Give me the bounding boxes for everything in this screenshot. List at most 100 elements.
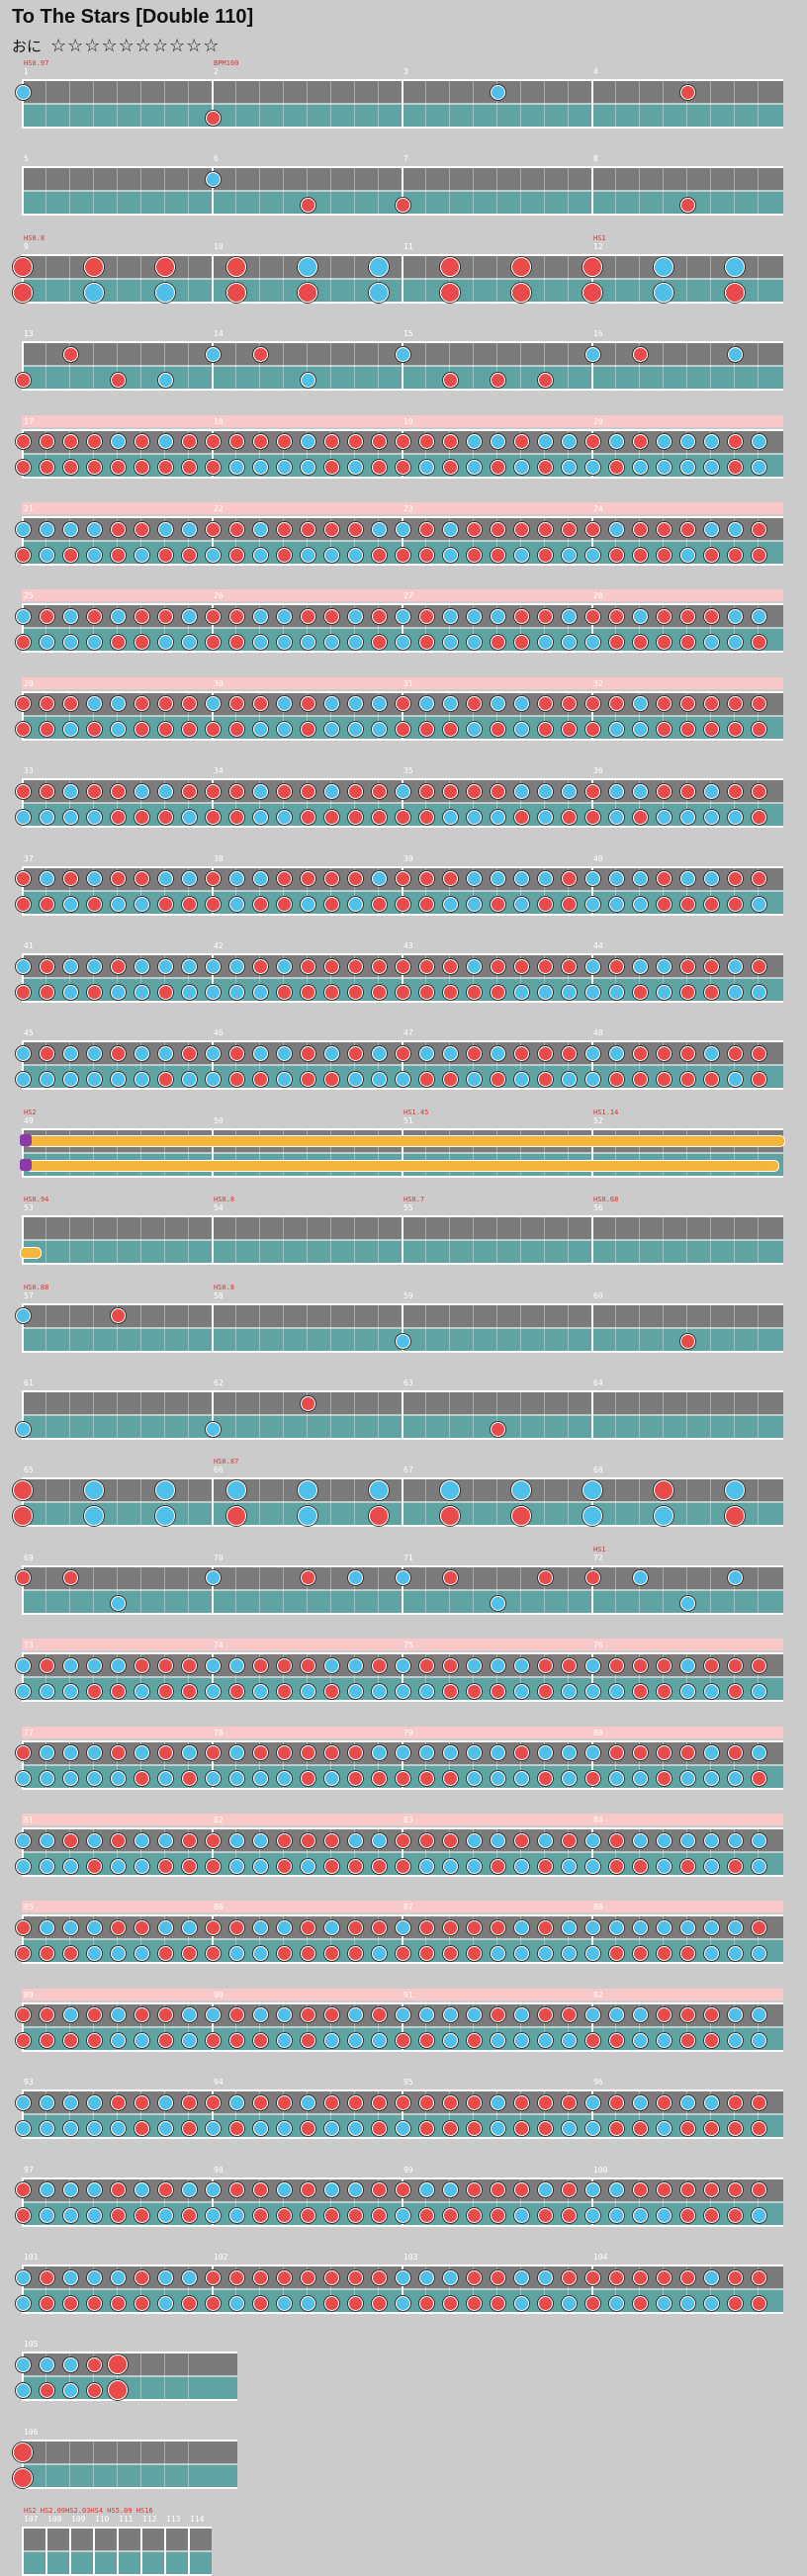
don-note: [584, 2295, 600, 2311]
ka-note: [157, 871, 173, 887]
ka-note: [632, 722, 648, 738]
beat-line: [93, 1302, 94, 1353]
don-note: [86, 2295, 102, 2311]
ka-note: [490, 1745, 505, 1761]
don-note: [62, 1832, 78, 1848]
ka-note: [157, 2295, 173, 2311]
ka-note: [181, 1071, 197, 1087]
beat-line: [45, 1215, 46, 1266]
ka-note: [110, 1858, 126, 1874]
ka-note: [276, 696, 292, 712]
beat-line: [639, 1302, 640, 1353]
ka-note: [228, 1745, 244, 1761]
don-note: [561, 809, 577, 825]
roll-start-marker: [20, 1133, 32, 1146]
ka-note: [703, 1858, 719, 1874]
ka-note: [252, 634, 268, 650]
ka-note: [39, 1071, 54, 1087]
measure-line: [402, 1477, 404, 1528]
ka-note: [181, 1745, 197, 1761]
don-note: [15, 2208, 31, 2224]
ka-note: [490, 2033, 505, 2049]
speed-marker: BPM100: [214, 59, 239, 67]
ka-note: [466, 2007, 482, 2023]
don-note: [751, 547, 766, 563]
ka-note: [228, 1832, 244, 1848]
ka-note: [466, 897, 482, 913]
beat-line: [568, 1477, 569, 1528]
don-note: [181, 434, 197, 450]
don-note: [490, 460, 505, 476]
ka-note: [86, 1771, 102, 1787]
chart-row: 107 HS2 HS2.09HS2.03HS4 HS5.09 HS16 108 109…: [22, 2507, 212, 2576]
beat-line: [117, 1390, 118, 1440]
ka-note: [110, 1596, 126, 1612]
don-note: [15, 1570, 31, 1586]
don-note: [751, 1771, 766, 1787]
beat-line: [45, 253, 46, 304]
don-note: [15, 722, 31, 738]
don-note: [155, 256, 175, 277]
don-note: [181, 1683, 197, 1699]
beat-line: [378, 341, 379, 392]
measure-number: 81: [24, 1816, 34, 1824]
don-note: [703, 2007, 719, 2023]
don-note: [276, 521, 292, 537]
don-note: [418, 2033, 434, 2049]
don-note: [727, 1683, 743, 1699]
don-note: [181, 2208, 197, 2224]
ka-note: [490, 1771, 505, 1787]
measure-line: [188, 2527, 190, 2576]
ka-note: [466, 722, 482, 738]
don-note: [440, 256, 460, 277]
ka-note: [703, 1832, 719, 1848]
beat-line: [449, 1215, 450, 1266]
don-note: [537, 372, 553, 388]
don-note: [205, 2269, 221, 2285]
don-note: [300, 984, 315, 1000]
beat-line: [496, 1302, 497, 1353]
don-note: [347, 1045, 363, 1061]
ka-note: [513, 2007, 529, 2023]
don-note: [751, 634, 766, 650]
don-note: [300, 2120, 315, 2136]
don-note: [608, 1945, 624, 1961]
don-note: [679, 958, 695, 974]
beat-line: [283, 79, 284, 129]
beat-line: [710, 1390, 711, 1440]
beat-line: [710, 341, 711, 392]
don-note: [181, 1771, 197, 1787]
beat-line: [425, 253, 426, 304]
beat-line: [425, 1302, 426, 1353]
measure-number: 113: [166, 2515, 181, 2525]
don-note: [15, 434, 31, 450]
don-note: [371, 2120, 387, 2136]
ka-note: [110, 2007, 126, 2023]
ka-note: [584, 1657, 600, 1673]
don-note: [300, 871, 315, 887]
ka-note: [15, 1683, 31, 1699]
chart-row: 25 26 27 28: [15, 589, 783, 654]
don-note: [252, 2269, 268, 2285]
ka-note: [300, 1858, 315, 1874]
speed-marker: HS1.14: [593, 1108, 619, 1116]
don-note: [656, 547, 672, 563]
beat-line: [520, 1564, 521, 1615]
don-note: [537, 547, 553, 563]
measure-number: 84: [593, 1816, 603, 1824]
don-note: [15, 2033, 31, 2049]
don-note: [442, 1945, 458, 1961]
don-note: [323, 1745, 339, 1761]
don-note: [561, 1045, 577, 1061]
measure-number: 31: [404, 678, 413, 688]
don-note: [181, 696, 197, 712]
don-note: [418, 2295, 434, 2311]
don-note: [39, 2007, 54, 2023]
don-note: [395, 1945, 410, 1961]
gogo-band: [22, 414, 783, 427]
don-note: [157, 696, 173, 712]
ka-note: [86, 2269, 102, 2285]
beat-line: [330, 341, 331, 392]
don-note: [679, 608, 695, 624]
speed-marker: HS2: [24, 1108, 37, 1116]
